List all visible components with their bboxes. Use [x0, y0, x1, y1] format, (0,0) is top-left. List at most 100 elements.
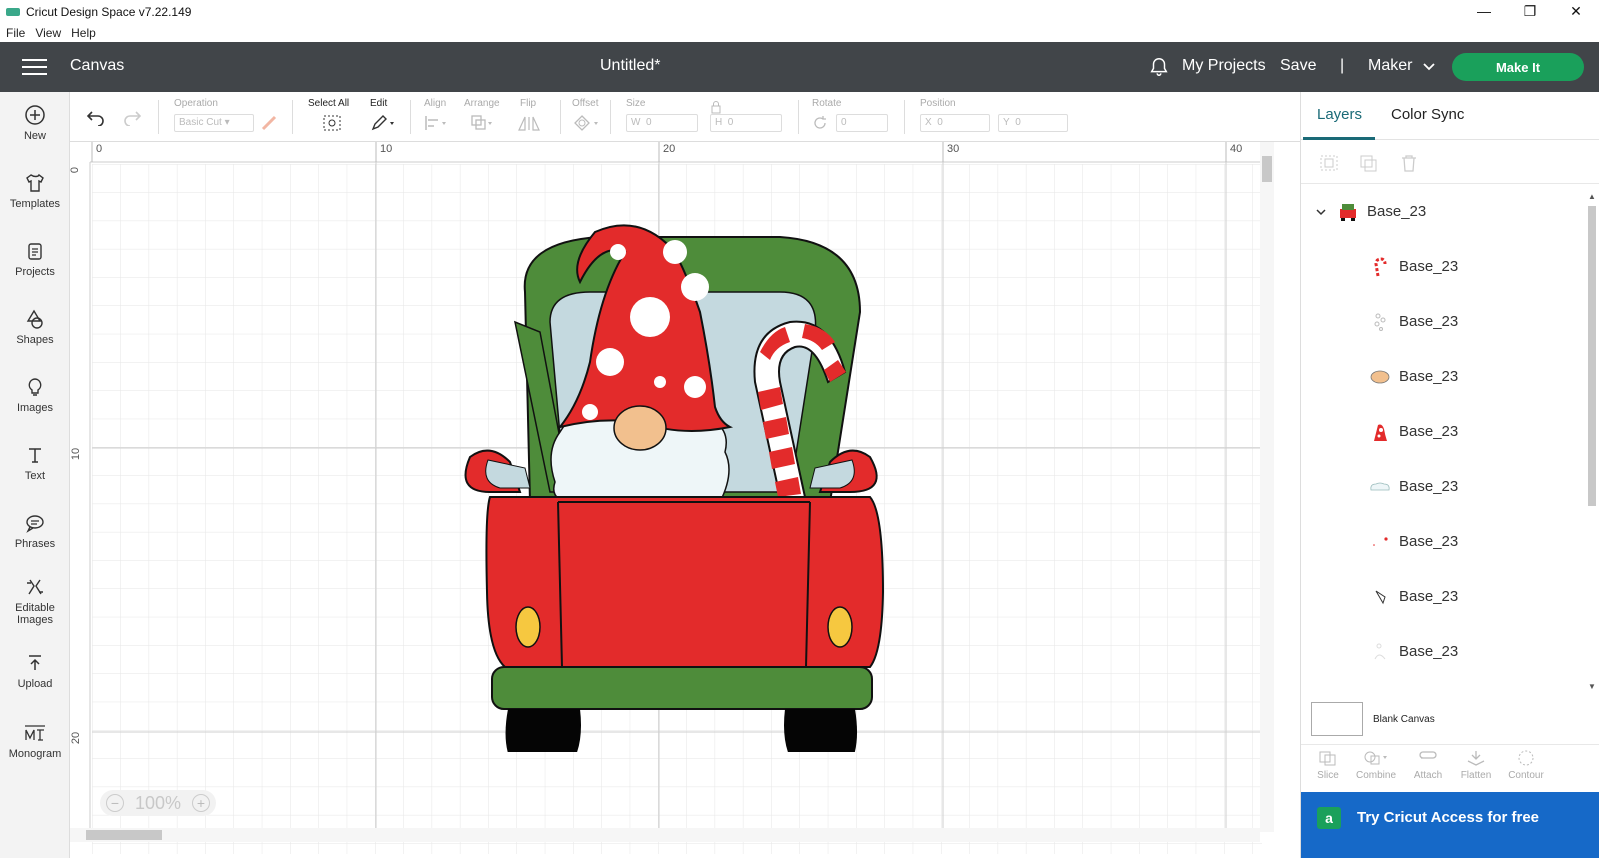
- slice-button[interactable]: Slice: [1303, 749, 1353, 781]
- my-projects-link[interactable]: My Projects: [1182, 57, 1266, 75]
- scroll-up-icon[interactable]: ▲: [1588, 192, 1596, 201]
- bottom-tools: Slice Combine Attach Flatten Contour: [1301, 744, 1599, 790]
- sidebar-item-label: Monogram: [8, 748, 62, 760]
- design-canvas[interactable]: 0 10 20 30 40 0 10 20 − 100% +: [70, 142, 1282, 858]
- blank-canvas-row[interactable]: Blank Canvas: [1311, 702, 1435, 736]
- layer-row[interactable]: Base_23: [1301, 514, 1583, 569]
- ruler-tick-x: 10: [380, 143, 393, 155]
- scroll-down-icon[interactable]: ▼: [1588, 682, 1596, 691]
- flatten-button[interactable]: Flatten: [1451, 749, 1501, 781]
- sidebar-item-projects[interactable]: Projects: [0, 240, 70, 278]
- sidebar-item-label: Shapes: [16, 334, 54, 346]
- horizontal-scrollbar[interactable]: [70, 828, 1260, 842]
- width-field[interactable]: W 0: [626, 114, 698, 132]
- sidebar-item-label: Upload: [17, 678, 53, 690]
- restore-button[interactable]: ❐: [1507, 0, 1553, 22]
- tab-color-sync[interactable]: Color Sync: [1391, 106, 1464, 123]
- layer-row[interactable]: Base_23: [1301, 349, 1583, 404]
- sidebar-item-templates[interactable]: Templates: [0, 172, 70, 210]
- ruler-tick-y: 20: [70, 731, 83, 745]
- layer-name: Base_23: [1399, 368, 1459, 385]
- group-icon[interactable]: [1319, 154, 1339, 172]
- sidebar-item-monogram[interactable]: Monogram: [0, 722, 70, 760]
- chevron-down-icon[interactable]: [1315, 206, 1327, 218]
- attach-button[interactable]: Attach: [1403, 749, 1453, 781]
- cricut-access-banner[interactable]: a Try Cricut Access for free: [1301, 792, 1599, 858]
- zoom-out-icon[interactable]: −: [106, 794, 124, 812]
- sidebar-item-editable-images[interactable]: Editable Images: [0, 576, 70, 626]
- layer-row[interactable]: Base_23: [1301, 459, 1583, 514]
- layer-row[interactable]: Base_23: [1301, 569, 1583, 624]
- redo-icon[interactable]: [122, 108, 142, 126]
- ruler-tick-x: 20: [663, 143, 676, 155]
- upload-icon: [29, 655, 41, 670]
- x-field[interactable]: X 0: [920, 114, 990, 132]
- undo-icon[interactable]: [86, 108, 106, 126]
- y-label: Y: [1003, 117, 1010, 128]
- contour-label: Contour: [1508, 770, 1544, 781]
- sidebar-item-text[interactable]: Text: [0, 444, 70, 482]
- layer-row[interactable]: Base_23: [1301, 624, 1583, 679]
- chevron-down-icon[interactable]: [1422, 60, 1436, 74]
- menu-help[interactable]: Help: [71, 26, 96, 40]
- blank-canvas-label: Blank Canvas: [1373, 713, 1435, 725]
- access-banner-text: Try Cricut Access for free: [1357, 809, 1540, 826]
- combine-label: Combine: [1355, 770, 1397, 781]
- menu-view[interactable]: View: [35, 26, 61, 40]
- bulb-icon: [28, 378, 42, 396]
- window-title: Cricut Design Space v7.22.149: [26, 5, 192, 19]
- gnome-truck-design[interactable]: [450, 192, 910, 752]
- operation-select[interactable]: Basic Cut ▾: [174, 114, 254, 132]
- sidebar-item-images[interactable]: Images: [0, 376, 70, 414]
- save-button[interactable]: Save: [1280, 57, 1316, 75]
- panel-tabs: Layers Color Sync: [1301, 92, 1599, 140]
- speech-icon: [26, 515, 44, 533]
- layer-row[interactable]: Base_23: [1301, 239, 1583, 294]
- rotate-field[interactable]: 0: [836, 114, 888, 132]
- align-label: Align: [424, 98, 447, 109]
- horizontal-scroll-thumb[interactable]: [86, 830, 162, 840]
- layers-scrollbar[interactable]: ▲ ▼: [1585, 192, 1597, 692]
- select-all-button[interactable]: Select All: [308, 92, 356, 140]
- lock-icon[interactable]: [710, 100, 722, 114]
- blank-canvas-swatch[interactable]: [1311, 702, 1363, 736]
- pen-color-icon[interactable]: [260, 114, 278, 132]
- sidebar-item-new[interactable]: New: [0, 104, 70, 142]
- toolbar-divider: [560, 100, 561, 134]
- y-field[interactable]: Y 0: [998, 114, 1068, 132]
- select-all-label: Select All: [308, 98, 350, 109]
- machine-select[interactable]: Maker: [1368, 57, 1412, 75]
- duplicate-icon[interactable]: [1359, 154, 1379, 172]
- app-icon: [6, 8, 20, 16]
- edit-button[interactable]: Edit: [370, 92, 404, 140]
- sidebar-item-shapes[interactable]: Shapes: [0, 308, 70, 346]
- zoom-in-icon[interactable]: +: [191, 794, 210, 812]
- layers-scroll-thumb[interactable]: [1588, 206, 1596, 506]
- vertical-scroll-thumb[interactable]: [1262, 156, 1272, 182]
- sidebar-item-label: New: [23, 130, 46, 142]
- layer-group-row[interactable]: Base_23: [1301, 184, 1583, 239]
- vertical-scrollbar[interactable]: [1260, 142, 1274, 832]
- trash-icon[interactable]: [1399, 154, 1419, 172]
- window-controls: — ❐ ✕: [1461, 0, 1599, 22]
- layer-row[interactable]: Base_23: [1301, 404, 1583, 459]
- sidebar-item-upload[interactable]: Upload: [0, 652, 70, 690]
- layer-name: Base_23: [1399, 313, 1459, 330]
- tab-layers[interactable]: Layers: [1317, 106, 1362, 123]
- sidebar-item-phrases[interactable]: Phrases: [0, 512, 70, 550]
- menu-file[interactable]: File: [6, 26, 25, 40]
- layer-row[interactable]: Base_23: [1301, 294, 1583, 349]
- bell-icon[interactable]: [1148, 56, 1170, 78]
- minimize-button[interactable]: —: [1461, 0, 1507, 22]
- close-button[interactable]: ✕: [1553, 0, 1599, 22]
- height-field[interactable]: H 0: [710, 114, 782, 132]
- header-separator: |: [1340, 57, 1345, 74]
- toolbar-divider: [798, 100, 799, 134]
- contour-button[interactable]: Contour: [1501, 749, 1551, 781]
- make-it-button[interactable]: Make It: [1452, 53, 1584, 81]
- sidebar-item-label-line2: Images: [16, 614, 54, 626]
- combine-button[interactable]: Combine: [1351, 749, 1401, 781]
- editable-images-icon: [27, 579, 43, 595]
- hamburger-menu-icon[interactable]: [22, 59, 47, 75]
- layer-name: Base_23: [1399, 478, 1459, 495]
